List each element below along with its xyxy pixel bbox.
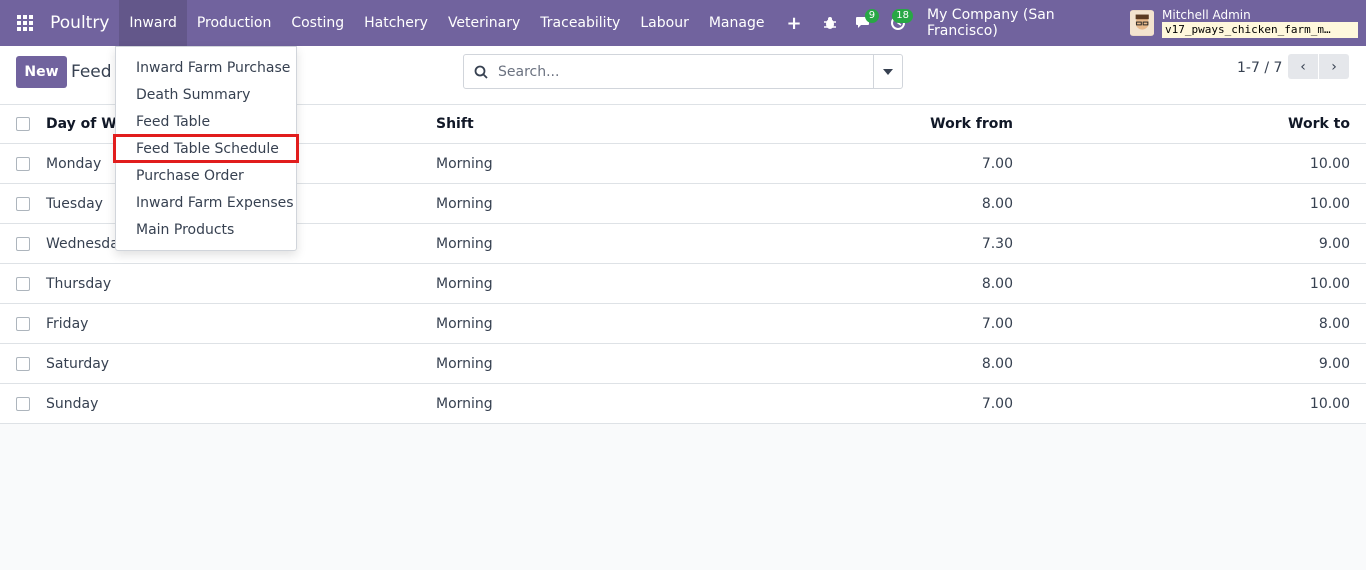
cell-shift: Morning (436, 235, 493, 252)
cell-day: Thursday (46, 275, 112, 292)
cell-work-from: 7.00 (981, 155, 1013, 172)
cell-work-from: 7.00 (981, 395, 1013, 412)
caret-down-icon (883, 68, 893, 75)
cell-day: Friday (46, 315, 89, 332)
menu-costing[interactable]: Costing (281, 0, 354, 46)
cell-shift: Morning (436, 315, 493, 332)
cell-work-from: 8.00 (981, 195, 1013, 212)
row-checkbox[interactable] (16, 276, 30, 291)
header-shift[interactable]: Shift (436, 116, 474, 132)
menu-item-main-products[interactable]: Main Products (116, 216, 296, 243)
search-options-toggle[interactable] (873, 55, 902, 88)
cell-work-to: 10.00 (1309, 275, 1350, 292)
cell-shift: Morning (436, 395, 493, 412)
main-menu: Inward Production Costing Hatchery Veter… (119, 0, 813, 46)
user-name: Mitchell Admin (1162, 8, 1251, 22)
table-row[interactable]: Sunday Morning 7.00 10.00 (0, 384, 1366, 424)
cell-work-from: 8.00 (981, 275, 1013, 292)
row-checkbox[interactable] (16, 316, 30, 331)
cell-work-from: 7.30 (981, 235, 1013, 252)
systray: 9 18 My Company (San Francisco) Mitchell… (814, 0, 1366, 46)
cell-day: Tuesday (46, 195, 103, 212)
row-checkbox[interactable] (16, 396, 30, 411)
pager-value[interactable]: 1-7 / 7 (1237, 60, 1282, 76)
menu-manage[interactable]: Manage (699, 0, 775, 46)
menu-veterinary[interactable]: Veterinary (438, 0, 530, 46)
search-icon (464, 65, 498, 79)
apps-menu-icon[interactable] (0, 0, 50, 46)
row-checkbox[interactable] (16, 356, 30, 371)
header-work-from[interactable]: Work from (930, 116, 1013, 132)
cell-work-to: 10.00 (1309, 155, 1350, 172)
cell-work-to: 9.00 (1318, 355, 1350, 372)
plus-icon[interactable]: + (774, 0, 813, 46)
cell-shift: Morning (436, 155, 493, 172)
cell-work-to: 10.00 (1309, 395, 1350, 412)
row-checkbox[interactable] (16, 156, 30, 171)
pager-previous-button[interactable]: ‹ (1288, 54, 1318, 79)
cell-work-from: 8.00 (981, 355, 1013, 372)
top-navbar: Poultry Inward Production Costing Hatche… (0, 0, 1366, 46)
company-switcher[interactable]: My Company (San Francisco) (915, 7, 1130, 39)
cell-work-to: 10.00 (1309, 195, 1350, 212)
pager-next-button[interactable]: › (1319, 54, 1349, 79)
search-input[interactable]: Search... (498, 64, 873, 80)
app-name[interactable]: Poultry (50, 13, 109, 33)
header-work-to[interactable]: Work to (1288, 116, 1350, 132)
cell-work-from: 7.00 (981, 315, 1013, 332)
activities-badge: 18 (892, 9, 913, 23)
search-bar[interactable]: Search... (463, 54, 903, 89)
menu-production[interactable]: Production (187, 0, 281, 46)
menu-item-feed-table-schedule[interactable]: Feed Table Schedule (116, 135, 296, 162)
cell-day: Saturday (46, 355, 110, 372)
new-button[interactable]: New (16, 56, 67, 88)
user-avatar[interactable] (1129, 10, 1155, 36)
table-row[interactable]: Thursday Morning 8.00 10.00 (0, 264, 1366, 304)
cell-work-to: 9.00 (1318, 235, 1350, 252)
cell-shift: Morning (436, 355, 493, 372)
debug-bug-icon[interactable] (814, 0, 848, 46)
cell-work-to: 8.00 (1318, 315, 1350, 332)
menu-traceability[interactable]: Traceability (530, 0, 630, 46)
select-all-checkbox[interactable] (16, 117, 30, 131)
activities-clock-icon[interactable]: 18 (881, 0, 915, 46)
inward-dropdown-menu: Inward Farm Purchase Death Summary Feed … (115, 46, 297, 251)
menu-item-inward-farm-purchase[interactable]: Inward Farm Purchase (116, 54, 296, 81)
menu-item-purchase-order[interactable]: Purchase Order (116, 162, 296, 189)
menu-item-feed-table[interactable]: Feed Table (116, 108, 296, 135)
table-row[interactable]: Saturday Morning 8.00 9.00 (0, 344, 1366, 384)
menu-item-death-summary[interactable]: Death Summary (116, 81, 296, 108)
messages-badge: 9 (864, 9, 880, 23)
menu-inward[interactable]: Inward (119, 0, 187, 46)
cell-day: Sunday (46, 395, 99, 412)
cell-shift: Morning (436, 195, 493, 212)
database-name: v17_pways_chicken_farm_m… (1162, 22, 1359, 38)
table-row[interactable]: Friday Morning 7.00 8.00 (0, 304, 1366, 344)
menu-hatchery[interactable]: Hatchery (354, 0, 438, 46)
messages-icon[interactable]: 9 (847, 0, 881, 46)
cell-day: Monday (46, 155, 102, 172)
row-checkbox[interactable] (16, 196, 30, 211)
user-menu[interactable]: Mitchell Admin v17_pways_chicken_farm_m… (1162, 8, 1359, 38)
cell-shift: Morning (436, 275, 493, 292)
menu-labour[interactable]: Labour (630, 0, 698, 46)
row-checkbox[interactable] (16, 236, 30, 251)
menu-item-inward-farm-expenses[interactable]: Inward Farm Expenses (116, 189, 296, 216)
